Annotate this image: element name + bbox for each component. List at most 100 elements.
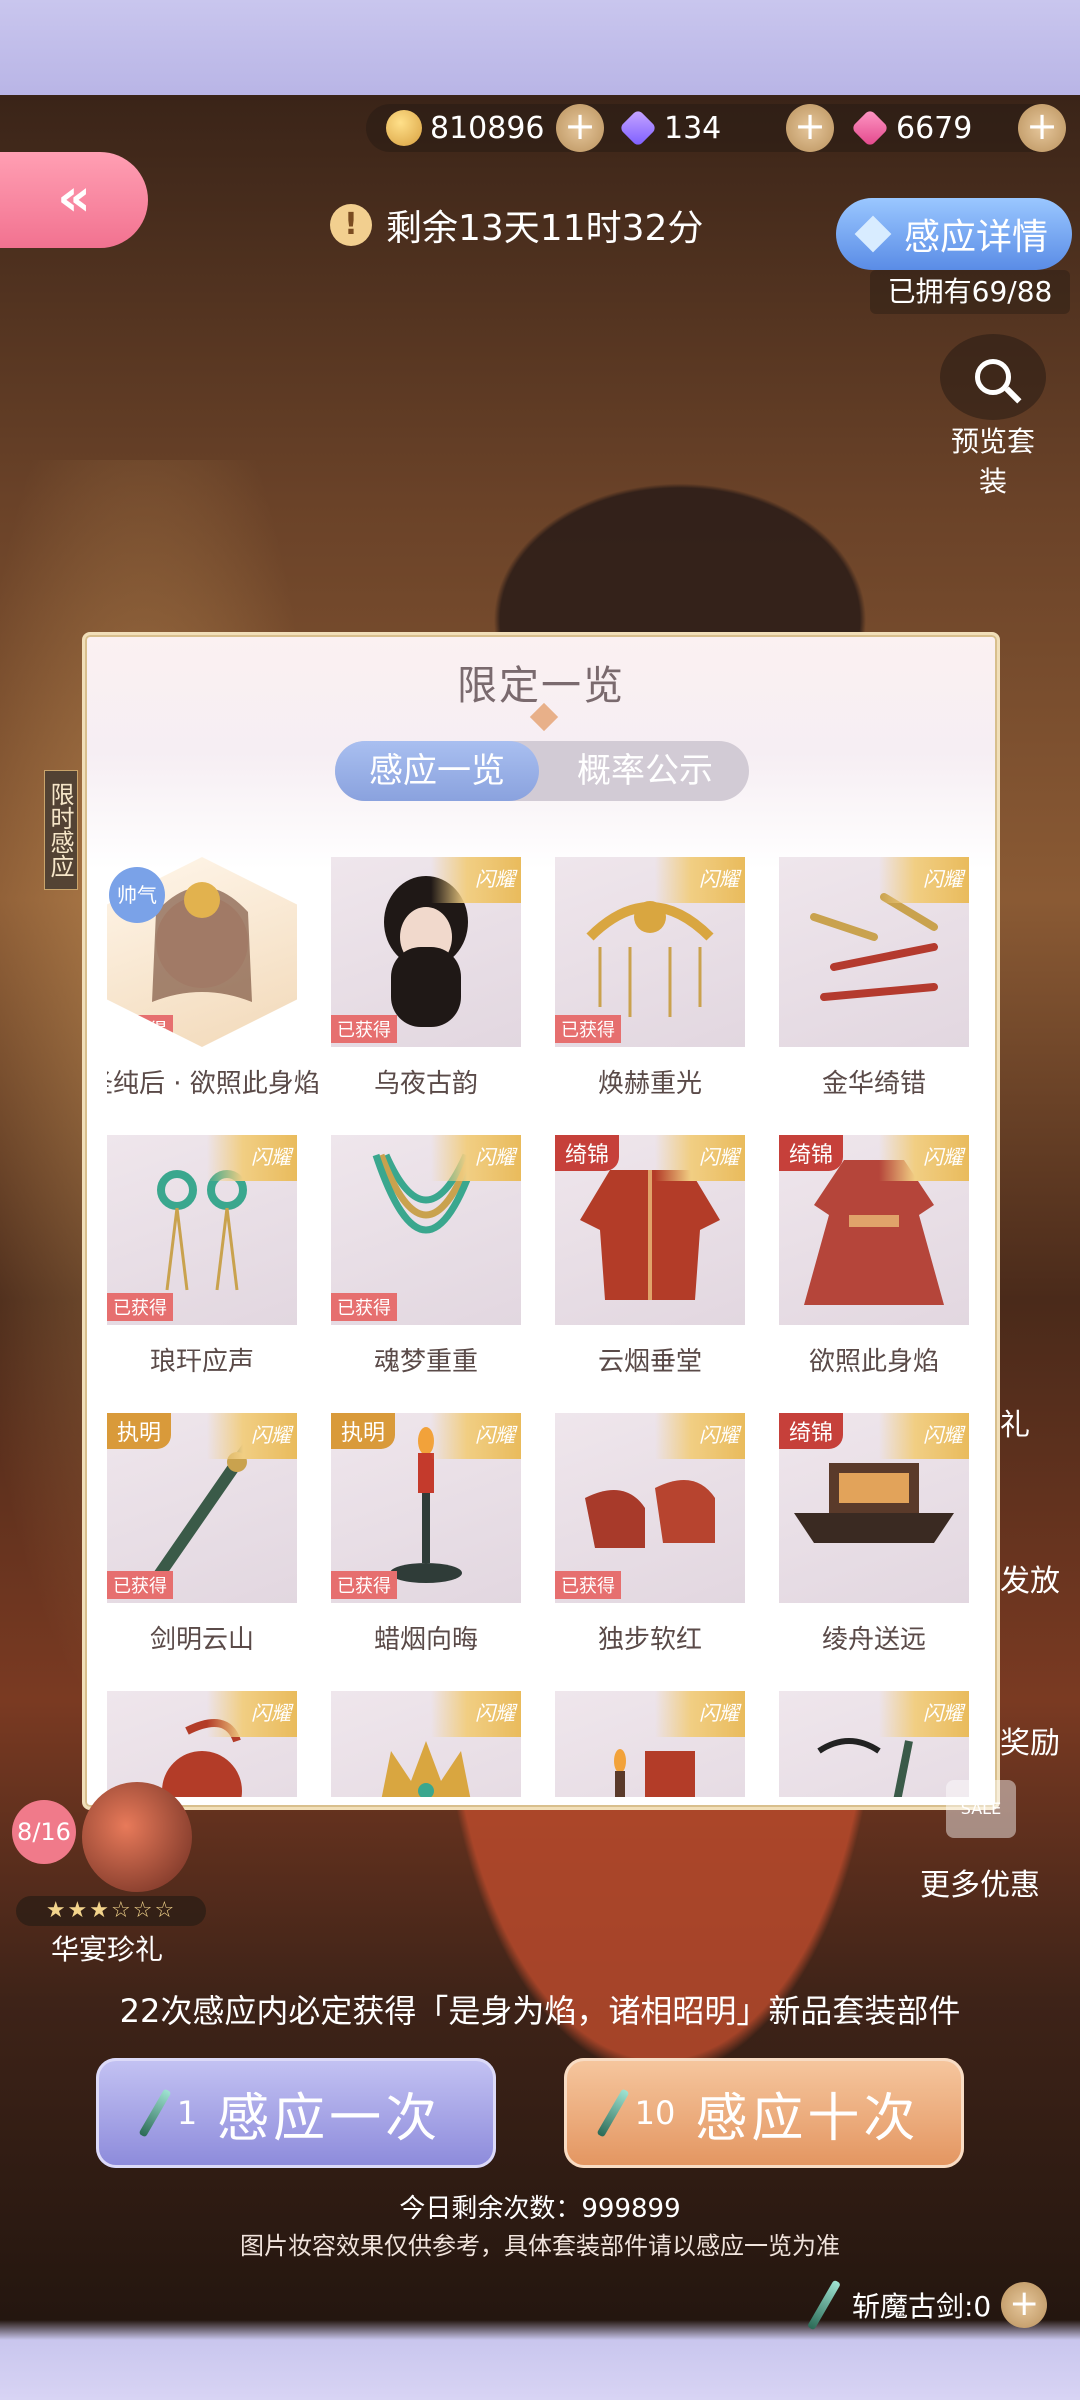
coin-display: 810896: [386, 104, 545, 152]
milestone-reward[interactable]: 8/16 ★★★☆☆☆ 华宴珍礼: [12, 1782, 206, 1966]
pull-once-cost: 1: [176, 2094, 198, 2132]
item-name: 乌夜古韵: [373, 1069, 478, 1099]
milestone-label: 华宴珍礼: [50, 1933, 163, 1966]
item-card[interactable]: 执明 闪耀 已获得 蜡烟向晦: [331, 1413, 521, 1656]
shine-label: 闪耀: [431, 1135, 521, 1181]
obtained-badge: 已获得: [107, 1015, 173, 1043]
sale-icon: SALE: [946, 1780, 1016, 1838]
pull-ten-button[interactable]: 10 感应十次: [564, 2058, 964, 2168]
item-card[interactable]: 闪耀 已获得 琅玕应声: [107, 1135, 297, 1378]
obtained-badge: 已获得: [555, 1571, 621, 1599]
item-thumbnail: 闪耀 已获得: [555, 857, 745, 1047]
shine-label: 闪耀: [879, 1691, 969, 1737]
purple-gem-icon: [618, 108, 658, 148]
rarity-tag: 执明: [331, 1413, 396, 1449]
obtained-badge: 已获得: [107, 1293, 173, 1321]
pull-ten-label: 感应十次: [695, 2088, 920, 2149]
style-badge: 帅气: [109, 867, 165, 923]
shoes-art: [585, 1480, 715, 1548]
item-card[interactable]: 帅气 已获得 圣纯后 · 欲照此身焰: [107, 857, 320, 1100]
pink-gem-icon: [850, 108, 890, 148]
item-card[interactable]: 闪耀: [555, 1691, 745, 1797]
obtained-badge: 已获得: [331, 1015, 397, 1043]
event-timer: ! 剩余13天11时32分: [330, 195, 703, 255]
boat-art: [794, 1463, 954, 1543]
item-name: 圣纯后 · 欲照此身焰: [107, 1069, 320, 1099]
item-thumbnail: 执明 闪耀 已获得: [331, 1413, 521, 1603]
sword-icon: [138, 2088, 172, 2138]
tab-overview[interactable]: 感应一览: [335, 741, 539, 801]
more-deals-label: 更多优惠: [920, 1868, 1040, 1903]
tab-probability[interactable]: 概率公示: [541, 741, 749, 801]
preview-outfit-button[interactable]: 预览套装: [938, 334, 1048, 500]
shine-label: 闪耀: [207, 1135, 297, 1181]
item-card[interactable]: 执明 闪耀 已获得 剑明云山: [107, 1413, 297, 1656]
side-gift-label[interactable]: 礼: [1000, 1400, 1030, 1444]
pull-ten-cost: 10: [634, 2094, 676, 2132]
item-card[interactable]: 闪耀 金华绮错: [779, 857, 969, 1100]
item-card[interactable]: 绮锦 闪耀 欲照此身焰: [779, 1135, 969, 1378]
item-name: 金华绮错: [821, 1069, 926, 1099]
add-coins-button[interactable]: +: [556, 104, 604, 152]
sword-icon: [596, 2088, 630, 2138]
pull-once-button[interactable]: 1 感应一次: [96, 2058, 496, 2168]
shine-label: 闪耀: [879, 1135, 969, 1181]
rarity-tag: 执明: [107, 1413, 172, 1449]
add-purple-gems-button[interactable]: +: [786, 104, 834, 152]
item-thumbnail: 绮锦 闪耀: [555, 1135, 745, 1325]
diamond-icon: [854, 215, 892, 253]
shine-label: 闪耀: [431, 857, 521, 903]
item-card[interactable]: 绮锦 闪耀 云烟垂堂: [555, 1135, 745, 1378]
item-name: 欲照此身焰: [808, 1347, 939, 1377]
item-name: 蜡烟向晦: [373, 1625, 478, 1655]
item-card[interactable]: 绮锦 闪耀 绫舟送远: [779, 1413, 969, 1656]
item-card[interactable]: 闪耀 已获得 独步软红: [555, 1413, 745, 1656]
item-card[interactable]: 闪耀 已获得 焕赫重光: [555, 857, 745, 1100]
shine-label: 闪耀: [207, 1413, 297, 1459]
limited-overview-popup: 限定一览 感应一览 概率公示 帅气 已获得 圣纯后 · 欲照此身焰 闪耀 已获得…: [82, 632, 1000, 1810]
shine-label: 闪耀: [655, 1413, 745, 1459]
pull-once-label: 感应一次: [217, 2088, 442, 2149]
pink-gem-display: 6679: [850, 104, 972, 152]
obtained-badge: 已获得: [331, 1293, 397, 1321]
item-thumbnail: 闪耀 已获得: [107, 1135, 297, 1325]
shine-label: 闪耀: [655, 1691, 745, 1737]
item-thumbnail: 闪耀: [555, 1691, 745, 1797]
shine-label: 闪耀: [879, 857, 969, 903]
preview-label: 预览套装: [950, 425, 1035, 498]
add-pink-gems-button[interactable]: +: [1018, 104, 1066, 152]
purple-gem-display: 134: [618, 104, 721, 152]
event-details-button[interactable]: 感应详情: [836, 198, 1072, 270]
item-card[interactable]: 闪耀 已获得 乌夜古韵: [331, 857, 521, 1100]
milestone-count: 8/16: [12, 1800, 76, 1864]
alert-icon: !: [330, 204, 372, 246]
item-thumbnail: 闪耀: [331, 1691, 521, 1797]
item-thumbnail: 闪耀: [779, 857, 969, 1047]
remaining-today: 今日剩余次数：999899: [399, 2194, 681, 2224]
item-card[interactable]: 闪耀: [331, 1691, 521, 1797]
limited-event-tag[interactable]: 限时感应: [44, 770, 78, 890]
shine-label: 闪耀: [431, 1691, 521, 1737]
item-name: 独步软红: [597, 1625, 702, 1655]
more-deals-button[interactable]: SALE 更多优惠: [910, 1780, 1050, 1903]
coin-amount: 810896: [430, 110, 545, 146]
preview-circle: [940, 334, 1046, 420]
popup-tabs: 感应一览 概率公示: [335, 741, 749, 801]
timer-text: 剩余13天11时32分: [386, 208, 704, 249]
item-thumbnail: 绮锦 闪耀: [779, 1413, 969, 1603]
disclaimer-text: 图片妆容效果仅供参考，具体套装部件请以感应一览为准: [240, 2232, 840, 2260]
reward-preview: [82, 1782, 192, 1892]
popup-title: 限定一览: [457, 663, 625, 709]
item-thumbnail: 绮锦 闪耀: [779, 1135, 969, 1325]
back-button[interactable]: «: [0, 152, 148, 248]
add-sword-currency-button[interactable]: +: [1001, 2282, 1048, 2328]
item-grid: 帅气 已获得 圣纯后 · 欲照此身焰 闪耀 已获得 乌夜古韵 闪耀 已获得 焕赫…: [107, 857, 987, 1797]
item-name: 魂梦重重: [373, 1347, 478, 1377]
shine-label: 闪耀: [207, 1691, 297, 1737]
side-reward-label[interactable]: 奖励: [1000, 1718, 1060, 1762]
side-distribute-label[interactable]: 发放: [1000, 1556, 1060, 1600]
item-card[interactable]: 闪耀 已获得 魂梦重重: [331, 1135, 521, 1378]
owned-count: 已拥有69/88: [870, 270, 1070, 314]
item-thumbnail: 闪耀 已获得: [331, 1135, 521, 1325]
item-name: 云烟垂堂: [597, 1347, 702, 1377]
